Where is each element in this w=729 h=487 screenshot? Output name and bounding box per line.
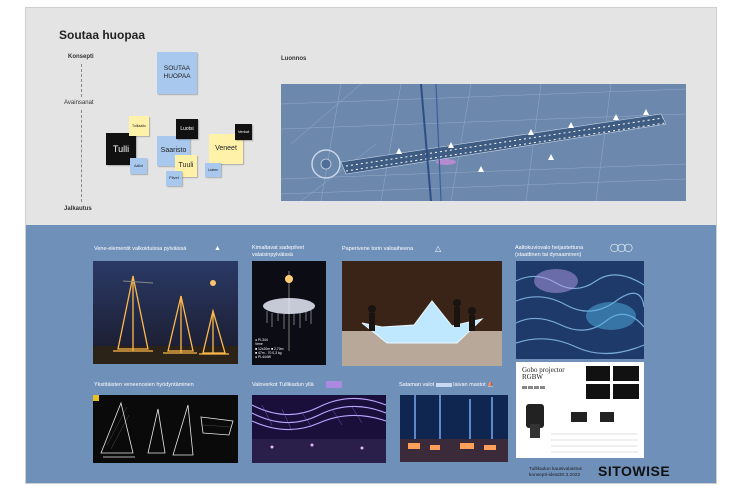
spec-text: ● PL344 Vene ■ 12x20m ■ 2,70m ■ 47m - 70… [255,338,325,359]
photo-harbor-lights-image [400,395,508,462]
label-jalkautus: Jalkautus [64,206,92,212]
product-sheet-graphics [522,366,639,453]
sticky-text: Aallot [134,163,143,168]
sticky-text: Pilvet [169,175,179,181]
photo-boat-parts-image [93,395,238,463]
sticky-note-tulliaalto[interactable]: Tulliaalto [129,116,149,136]
purple-color-swatch [326,381,342,388]
sticky-note-verkot[interactable]: Verkot [235,124,252,140]
triangle-icon: △ [435,244,442,253]
product-sheet-gobo[interactable]: Gobo projector RGBW [516,362,644,458]
sticky-note-soutaa-huopaa[interactable]: SOUTAA HUOPAA [157,52,197,94]
photo-light-nets-image [252,395,386,463]
credit-block: Tullikadun kausivalaistus konsepti-ideat… [529,467,582,479]
idea-caption-harbor-lights: Sataman valot laivan mastot ⛵ [399,382,509,389]
board-title: Soutaa huopaa [59,28,146,42]
idea-caption-wave-light: Aaltokuviovalo heijastettuna (staattinen… [515,245,584,258]
top-section: Soutaa huopaa Konsepti Avainsanat Jalkau… [26,8,716,225]
photo-light-nets[interactable] [252,395,386,463]
spec-line: ● PL444W [255,355,271,359]
concept-board: Soutaa huopaa Konsepti Avainsanat Jalkau… [25,7,717,484]
timeline-line-2 [81,110,82,202]
sticky-text: Tuuli [178,161,194,169]
boat-icon: ▲ [214,245,221,252]
caption-start: Sataman valot [399,382,435,388]
photo-wave-projection-image [516,261,644,359]
photo-harbor-lights[interactable] [400,395,508,462]
sticky-note-luotsi[interactable]: Luotsi [176,119,198,139]
bottom-section: Vene-elementit valkoiduissa pylväissä ▲ … [26,225,716,483]
sketch-map-drawing [281,84,686,201]
wave-pattern-icon: ◯◯◯ [610,243,633,252]
sticky-note-lasten[interactable]: Lasten [205,163,221,177]
sticky-text: Verkot [237,128,250,134]
label-konsepti: Konsepti [68,54,94,60]
photo-paper-boat[interactable] [342,261,502,366]
photo-boat-parts[interactable] [93,395,238,463]
sticky-text: Lasten [207,167,219,172]
photo-boat-lights-image [93,261,238,364]
sticky-text: Tulliaalto [132,123,146,128]
idea-caption-rain-clouds: Kimaltavat sadepilvet valaisinpylväissä [252,245,304,258]
sticky-text: Veneet [215,144,237,152]
sticky-text: Tulli [112,143,130,154]
white-color-swatch [435,382,452,387]
idea-caption-boats: Vene-elementit valkoiduissa pylväissä [94,246,187,252]
sticky-text: SOUTAA HUOPAA [163,65,191,80]
boat-mini-icon: ⛵ [487,382,495,388]
photo-boat-lights[interactable] [93,261,238,364]
idea-caption-boat-parts: Yksittäisten veneenosien hyödyntäminen [94,382,194,388]
photo-paper-boat-image [342,261,502,366]
photo-wave-projection[interactable] [516,261,644,359]
sticky-note-aallot[interactable]: Aallot [130,158,147,174]
label-luonnos: Luonnos [281,56,307,62]
sticky-note-pilvet[interactable]: Pilvet [166,171,182,186]
credit-line-2: konsepti-ideat30.3.2022 [529,473,581,479]
caption-end: laivan mastot [453,382,486,388]
idea-caption-paper-boat: Paperivene torin valoaiheena [342,246,414,252]
sketch-map[interactable] [281,84,686,201]
sitowise-logo: SITOWISE [598,463,671,479]
label-avainsanat: Avainsanat [64,100,94,106]
timeline-line-1 [81,64,82,97]
sticky-text: Luotsi [180,126,194,132]
sticky-text: Saaristo [160,146,187,154]
